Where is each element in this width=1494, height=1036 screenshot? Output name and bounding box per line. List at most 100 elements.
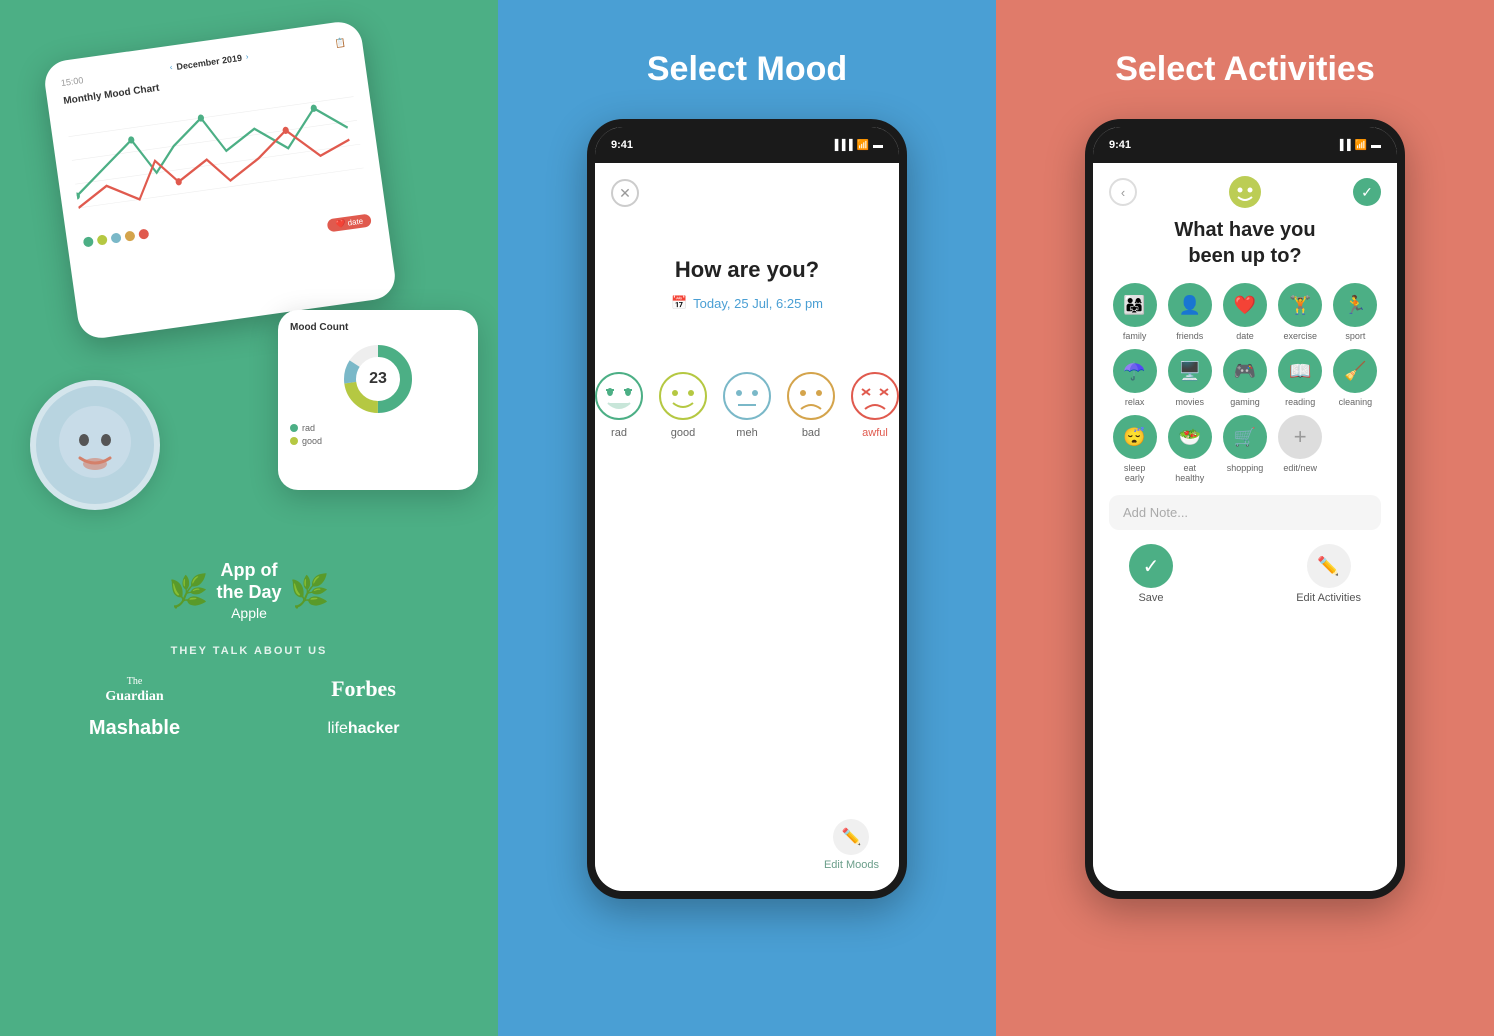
press-logo-guardian: The Guardian bbox=[105, 673, 163, 705]
edit-activities-button[interactable]: ✏️ Edit Activities bbox=[1296, 544, 1361, 604]
wifi-icon: 📶 bbox=[857, 140, 869, 151]
cleaning-label: cleaning bbox=[1339, 397, 1373, 407]
laurel-right-icon: 🌿 bbox=[290, 572, 330, 610]
exercise-icon: 🏋️ bbox=[1278, 283, 1322, 327]
back-button[interactable]: ‹ bbox=[1109, 178, 1137, 206]
mood-phone-screen: 9:41 ▐▐▐ 📶 ▬ ✕ How are you? 📅 Today, 25 … bbox=[587, 119, 907, 899]
activities-status-bar: 9:41 ▐▐ 📶 ▬ bbox=[1093, 127, 1397, 163]
mood-emojis-row[interactable]: rad good bbox=[594, 371, 900, 439]
phone-mockup-area: 15:00 ‹ December 2019 › 📋 Monthly Mood C… bbox=[0, 30, 498, 550]
activities-nav: ‹ ✓ bbox=[1109, 175, 1381, 209]
activity-friends[interactable]: 👤 friends bbox=[1164, 283, 1215, 341]
act-battery-icon: ▬ bbox=[1371, 140, 1381, 151]
close-button[interactable]: ✕ bbox=[611, 179, 639, 207]
panel-green: 15:00 ‹ December 2019 › 📋 Monthly Mood C… bbox=[0, 0, 498, 1036]
activity-shopping[interactable]: 🛒 shopping bbox=[1219, 415, 1270, 483]
relax-icon: ☂️ bbox=[1113, 349, 1157, 393]
add-note-field[interactable]: Add Note... bbox=[1109, 495, 1381, 530]
laurel-left-icon: 🌿 bbox=[169, 572, 209, 610]
mood-label-meh: meh bbox=[736, 427, 757, 439]
activities-status-icons: ▐▐ 📶 ▬ bbox=[1336, 140, 1381, 151]
mood-label-good: good bbox=[671, 427, 695, 439]
activity-family[interactable]: 👨‍👩‍👧 family bbox=[1109, 283, 1160, 341]
activity-edit-new[interactable]: + edit/new bbox=[1275, 415, 1326, 483]
award-brand: Apple bbox=[216, 605, 281, 621]
status-time: 9:41 bbox=[611, 139, 633, 151]
date-icon: ❤️ bbox=[1223, 283, 1267, 327]
chart-period: December 2019 bbox=[176, 52, 243, 71]
laurel-badge: 🌿 App of the Day Apple 🌿 bbox=[169, 560, 330, 621]
activity-reading[interactable]: 📖 reading bbox=[1275, 349, 1326, 407]
donut-chart: 23 bbox=[338, 339, 418, 419]
award-text: App of the Day bbox=[216, 560, 281, 603]
activity-movies[interactable]: 🖥️ movies bbox=[1164, 349, 1215, 407]
select-activities-title: Select Activities bbox=[1115, 50, 1375, 89]
activity-exercise[interactable]: 🏋️ exercise bbox=[1275, 283, 1326, 341]
signal-icon: ▐▐▐ bbox=[831, 140, 852, 151]
act-signal-icon: ▐▐ bbox=[1336, 140, 1350, 151]
mood-count-title: Mood Count bbox=[290, 322, 466, 333]
award-section: 🌿 App of the Day Apple 🌿 bbox=[169, 560, 330, 621]
press-logo-mashable: Mashable bbox=[89, 717, 180, 740]
mood-label-rad: rad bbox=[611, 427, 627, 439]
activities-content: ‹ ✓ What have youbeen up to? 👨‍👩‍👧 famil… bbox=[1093, 163, 1397, 891]
mood-item-awful[interactable]: awful bbox=[850, 371, 900, 439]
panel-blue: Select Mood 9:41 ▐▐▐ 📶 ▬ ✕ How are you? … bbox=[498, 0, 996, 1036]
activity-eat-healthy[interactable]: 🥗 eathealthy bbox=[1164, 415, 1215, 483]
sleep-icon: 😴 bbox=[1113, 415, 1157, 459]
shopping-icon: 🛒 bbox=[1223, 415, 1267, 459]
activity-sport[interactable]: 🏃 sport bbox=[1330, 283, 1381, 341]
activity-sleep-early[interactable]: 😴 sleepearly bbox=[1109, 415, 1160, 483]
activity-relax[interactable]: ☂️ relax bbox=[1109, 349, 1160, 407]
act-wifi-icon: 📶 bbox=[1355, 140, 1367, 151]
svg-text:23: 23 bbox=[369, 370, 387, 387]
save-icon: ✓ bbox=[1129, 544, 1173, 588]
press-section: THEY TALK ABOUT US The Guardian Forbes M… bbox=[0, 645, 498, 740]
calendar-icon: 📅 bbox=[671, 295, 687, 311]
activity-cleaning[interactable]: 🧹 cleaning bbox=[1330, 349, 1381, 407]
mood-phone-content: ✕ How are you? 📅 Today, 25 Jul, 6:25 pm bbox=[595, 163, 899, 891]
mood-status-bar: 9:41 ▐▐▐ 📶 ▬ bbox=[595, 127, 899, 163]
eat-icon: 🥗 bbox=[1168, 415, 1212, 459]
edit-moods-button[interactable]: ✏️ Edit Moods bbox=[824, 819, 879, 871]
family-icon: 👨‍👩‍👧 bbox=[1113, 283, 1157, 327]
mood-label-awful: awful bbox=[862, 427, 888, 439]
press-logo-forbes: Forbes bbox=[331, 676, 396, 702]
friends-icon: 👤 bbox=[1168, 283, 1212, 327]
save-label: Save bbox=[1138, 592, 1163, 604]
phone-chart-card: 15:00 ‹ December 2019 › 📋 Monthly Mood C… bbox=[42, 19, 398, 341]
mood-question: How are you? bbox=[675, 257, 819, 283]
select-mood-title: Select Mood bbox=[647, 50, 847, 89]
mood-item-good[interactable]: good bbox=[658, 371, 708, 439]
edit-new-icon: + bbox=[1278, 415, 1322, 459]
edit-activities-label: Edit Activities bbox=[1296, 592, 1361, 604]
reading-icon: 📖 bbox=[1278, 349, 1322, 393]
activities-actions: ✓ Save ✏️ Edit Activities bbox=[1109, 544, 1381, 604]
what-question: What have youbeen up to? bbox=[1109, 217, 1381, 269]
press-logos-grid: The Guardian Forbes Mashable lifehacker bbox=[30, 673, 468, 740]
press-label: THEY TALK ABOUT US bbox=[30, 645, 468, 657]
app-face-mascot bbox=[30, 380, 160, 510]
mood-item-bad[interactable]: bad bbox=[786, 371, 836, 439]
save-button[interactable]: ✓ Save bbox=[1129, 544, 1173, 604]
check-button[interactable]: ✓ bbox=[1353, 178, 1381, 206]
status-icons: ▐▐▐ 📶 ▬ bbox=[831, 140, 883, 151]
mood-item-meh[interactable]: meh bbox=[722, 371, 772, 439]
activity-date[interactable]: ❤️ date bbox=[1219, 283, 1270, 341]
mood-date: 📅 Today, 25 Jul, 6:25 pm bbox=[671, 295, 823, 311]
battery-icon: ▬ bbox=[873, 140, 883, 151]
activities-grid: 👨‍👩‍👧 family 👤 friends ❤️ date 🏋️ exerci… bbox=[1109, 283, 1381, 483]
mood-item-rad[interactable]: rad bbox=[594, 371, 644, 439]
activities-status-time: 9:41 bbox=[1109, 139, 1131, 151]
gaming-icon: 🎮 bbox=[1223, 349, 1267, 393]
edit-moods-icon: ✏️ bbox=[833, 819, 869, 855]
movies-icon: 🖥️ bbox=[1168, 349, 1212, 393]
edit-activities-icon: ✏️ bbox=[1307, 544, 1351, 588]
activity-gaming[interactable]: 🎮 gaming bbox=[1219, 349, 1270, 407]
press-logo-lifehacker: lifehacker bbox=[327, 720, 399, 738]
reading-label: reading bbox=[1285, 397, 1315, 407]
mood-label-bad: bad bbox=[802, 427, 820, 439]
sport-icon: 🏃 bbox=[1333, 283, 1377, 327]
cleaning-icon: 🧹 bbox=[1333, 349, 1377, 393]
panel-salmon: Select Activities 9:41 ▐▐ 📶 ▬ ‹ ✓ bbox=[996, 0, 1494, 1036]
